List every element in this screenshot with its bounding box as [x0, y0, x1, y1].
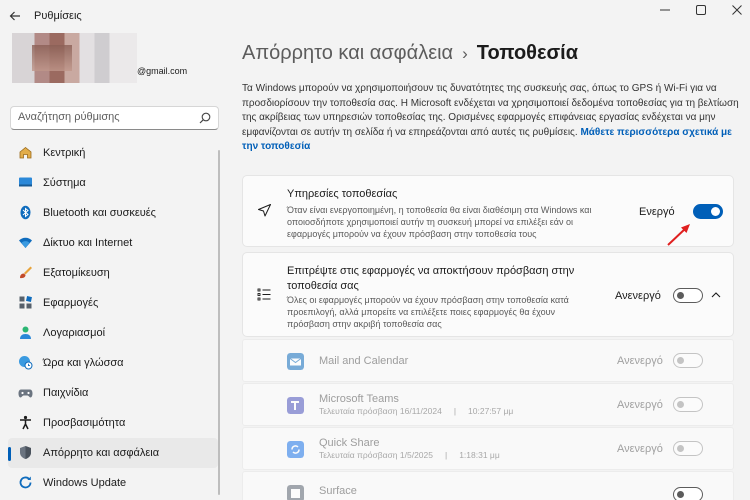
chevron-up-icon[interactable]	[711, 291, 721, 299]
sidebar-item-apps[interactable]: Εφαρμογές	[8, 288, 218, 318]
app-name: Surface	[319, 485, 357, 497]
app-row-microsoft-teams: Microsoft Teams Τελευταία πρόσβαση 16/11…	[242, 383, 734, 426]
breadcrumb-separator: ›	[462, 44, 468, 63]
sidebar-item-label: Προσβασιμότητα	[43, 417, 126, 429]
last-access-time: 10:27:57 μμ	[468, 406, 514, 416]
search-icon[interactable]	[199, 112, 211, 124]
account-icon	[20, 326, 31, 339]
location-services-title: Υπηρεσίες τοποθεσίας	[287, 188, 398, 200]
location-services-description: Όταν είναι ενεργοποιημένη, η τοποθεσία θ…	[287, 205, 592, 239]
app-access-toggle[interactable]	[673, 288, 703, 303]
sidebar-item-accounts[interactable]: Λογαριασμοί	[8, 318, 218, 348]
last-access-separator: |	[453, 406, 457, 416]
app-toggle-quick-share[interactable]	[673, 441, 703, 456]
app-state: Ανενεργό	[617, 399, 663, 411]
app-state: Ανενεργό	[617, 443, 663, 455]
app-state: Ανενεργό	[617, 355, 663, 367]
sidebar-item-accessibility[interactable]: Προσβασιμότητα	[8, 408, 218, 438]
update-icon	[19, 476, 32, 489]
sidebar-item-label: Δίκτυο και Internet	[43, 237, 133, 249]
surface-icon	[287, 485, 304, 500]
location-services-card: Υπηρεσίες τοποθεσίας Όταν είναι ενεργοπο…	[242, 175, 734, 247]
sidebar-item-personalization[interactable]: Εξατομίκευση	[8, 258, 218, 288]
sidebar-item-privacy-security[interactable]: Απόρρητο και ασφάλεια	[8, 438, 218, 468]
app-name: Microsoft Teams	[319, 393, 399, 405]
sidebar-item-label: Παιχνίδια	[43, 387, 89, 399]
app-access-title: Επιτρέψτε στις εφαρμογές να αποκτήσουν π…	[287, 265, 575, 292]
brush-icon	[20, 266, 32, 279]
sidebar-item-label: Σύστημα	[43, 177, 86, 189]
sidebar-item-label: Λογαριασμοί	[43, 327, 106, 339]
bluetooth-icon	[20, 205, 31, 220]
app-last-access: Τελευταία πρόσβαση 16/11/2024 | 10:27:57 μ…	[319, 406, 513, 416]
close-button[interactable]	[726, 3, 748, 21]
user-email: @gmail.com	[137, 66, 188, 76]
accessibility-icon	[20, 415, 31, 430]
app-last-access: Τελευταία πρόσβαση 1/5/2025 | 1:18:31 μμ	[319, 450, 500, 460]
location-services-toggle[interactable]	[693, 204, 723, 219]
wifi-icon	[19, 237, 32, 248]
quick-share-icon	[287, 441, 304, 458]
app-row-quick-share: Quick Share Τελευταία πρόσβαση 1/5/2025 |…	[242, 427, 734, 470]
sidebar-item-label: Εξατομίκευση	[43, 267, 110, 279]
last-access-date: 1/5/2025	[399, 450, 433, 460]
last-access-label: Τελευταία πρόσβαση	[319, 406, 398, 416]
location-services-state: Ενεργό	[639, 206, 675, 218]
sidebar-item-label: Windows Update	[43, 477, 127, 489]
gamepad-icon	[18, 389, 33, 398]
home-icon	[19, 146, 32, 159]
mail-calendar-icon	[287, 353, 304, 370]
app-access-description: Όλες οι εφαρμογές μπορούν να έχουν πρόσβ…	[287, 295, 569, 329]
sidebar-item-system[interactable]: Σύστημα	[8, 168, 218, 198]
search-box[interactable]	[10, 106, 219, 130]
breadcrumb: Απόρρητο και ασφάλεια › Τοποθεσία	[242, 42, 578, 65]
title-bar: Ρυθμίσεις	[0, 0, 750, 32]
avatar[interactable]	[12, 33, 137, 83]
app-access-card: Επιτρέψτε στις εφαρμογές να αποκτήσουν π…	[242, 252, 734, 337]
sidebar-scrollbar[interactable]	[218, 150, 220, 495]
sidebar-item-network[interactable]: Δίκτυο και Internet	[8, 228, 218, 258]
sidebar-item-bluetooth[interactable]: Bluetooth και συσκευές	[8, 198, 218, 228]
shield-icon	[20, 446, 31, 459]
app-name: Mail and Calendar	[319, 355, 409, 367]
app-toggle-mail-calendar[interactable]	[673, 353, 703, 368]
back-arrow-icon[interactable]	[8, 9, 22, 23]
last-access-label: Τελευταία πρόσβαση	[319, 450, 398, 460]
breadcrumb-parent[interactable]: Απόρρητο και ασφάλεια	[242, 42, 453, 64]
sidebar-item-time-language[interactable]: Ώρα και γλώσσα	[8, 348, 218, 378]
list-icon	[257, 288, 271, 301]
app-row-surface: Surface	[242, 471, 734, 500]
intro-text: Τα Windows μπορούν να χρησιμοποιήσουν τι…	[242, 82, 742, 155]
search-input[interactable]	[18, 111, 188, 123]
location-arrow-icon	[258, 204, 271, 217]
annotation-arrow-icon	[667, 224, 690, 246]
last-access-separator: |	[444, 450, 448, 460]
sidebar-item-gaming[interactable]: Παιχνίδια	[8, 378, 218, 408]
app-title: Ρυθμίσεις	[34, 10, 82, 22]
app-row-mail-calendar: Mail and Calendar Ανενεργό	[242, 339, 734, 382]
sidebar-item-windows-update[interactable]: Windows Update	[8, 468, 218, 498]
maximize-button[interactable]	[690, 3, 712, 21]
sidebar-item-label: Εφαρμογές	[43, 297, 99, 309]
globe-clock-icon	[19, 356, 33, 370]
app-name: Quick Share	[319, 437, 380, 449]
sidebar-item-label: Κεντρική	[43, 147, 86, 159]
app-toggle-microsoft-teams[interactable]	[673, 397, 703, 412]
page-title: Τοποθεσία	[476, 42, 578, 64]
sidebar-item-label: Απόρρητο και ασφάλεια	[43, 447, 160, 459]
minimize-button[interactable]	[654, 3, 676, 21]
apps-icon	[19, 296, 32, 309]
sidebar-item-label: Bluetooth και συσκευές	[43, 207, 156, 219]
sidebar-item-label: Ώρα και γλώσσα	[43, 357, 124, 369]
teams-icon	[287, 397, 304, 414]
app-toggle-surface[interactable]	[673, 487, 703, 500]
last-access-time: 1:18:31 μμ	[459, 450, 500, 460]
sidebar-item-home[interactable]: Κεντρική	[8, 138, 218, 168]
sidebar-nav: Κεντρική Σύστημα Bluetooth και συσκευές …	[8, 138, 218, 498]
last-access-date: 16/11/2024	[399, 406, 442, 416]
app-access-state: Ανενεργό	[615, 290, 661, 302]
system-icon	[19, 177, 32, 187]
